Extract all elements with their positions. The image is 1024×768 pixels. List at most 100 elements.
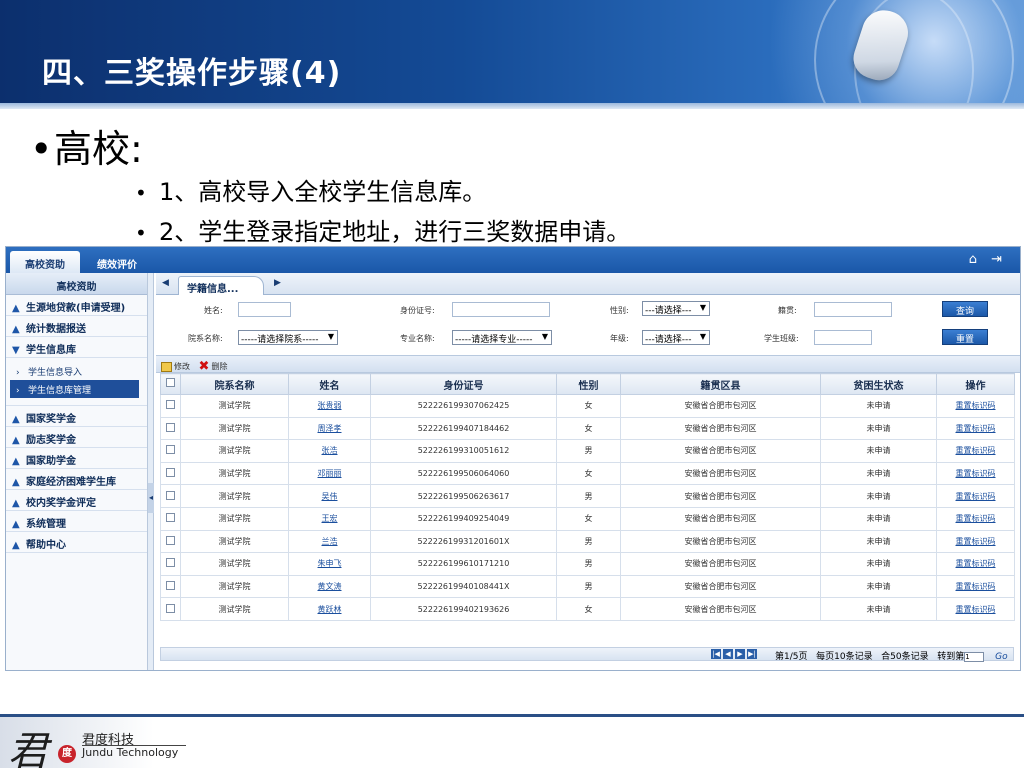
student-name-link[interactable]: 朱申飞	[318, 559, 342, 568]
tab-university-aid[interactable]: 高校资助	[10, 251, 80, 273]
col-id[interactable]: 身份证号	[370, 373, 557, 395]
logout-icon[interactable]: ⇥	[991, 252, 1002, 267]
table-row[interactable]: 测试学院 朱申飞 522226199610171210 男安徽省合肥市包河区 未申请 重置…	[160, 552, 1015, 576]
sidebar-item-poor-students[interactable]: ▲ 家庭经济困难学生库	[6, 469, 147, 490]
student-name-link[interactable]: 黄跃林	[318, 605, 342, 614]
col-name[interactable]: 姓名	[288, 373, 371, 395]
sidebar-sub-manage[interactable]: › 学生信息库管理	[10, 380, 139, 398]
row-checkbox[interactable]	[166, 400, 175, 410]
tab-student-records[interactable]: 学籍信息...	[178, 276, 264, 295]
edit-icon	[161, 361, 172, 372]
col-action[interactable]: 操作	[936, 373, 1015, 395]
sidebar-item-national-grant[interactable]: ▲ 国家助学金	[6, 448, 147, 469]
table-row[interactable]: 测试学院 周泽孝 522226199407184462 女安徽省合肥市包河区 未申请 重置…	[160, 416, 1015, 441]
reset-code-link[interactable]: 重置标识码	[956, 492, 996, 501]
gender-select[interactable]: ---请选择--- ▼	[642, 301, 710, 316]
reset-button[interactable]: 重置	[942, 329, 988, 345]
tab-next-icon[interactable]: ▶	[274, 278, 281, 288]
last-page-icon[interactable]: ▶|	[747, 649, 757, 659]
edit-button[interactable]: 修改	[161, 361, 190, 372]
table-row[interactable]: 测试学院 张浩 522226199310051612 男安徽省合肥市包河区 未申请 重置标…	[160, 439, 1015, 463]
up-arrow-icon: ▲	[12, 519, 20, 530]
col-status[interactable]: 贫困生状态	[820, 373, 937, 395]
reset-code-link[interactable]: 重置标识码	[956, 424, 996, 433]
collapse-icon[interactable]: ◂	[148, 483, 154, 513]
student-name-link[interactable]: 黄文涛	[318, 582, 342, 591]
table-row[interactable]: 测试学院 张贵弱 522226199307062425 女安徽省合肥市包河区 未申请 重置…	[160, 394, 1015, 418]
home-icon[interactable]: ⌂	[969, 252, 977, 267]
prev-page-icon[interactable]: ◀	[723, 649, 733, 659]
reset-code-link[interactable]: 重置标识码	[956, 469, 996, 478]
student-name-link[interactable]: 张贵弱	[318, 401, 342, 410]
reset-code-link[interactable]: 重置标识码	[956, 514, 996, 523]
student-table: 院系名称 姓名 身份证号 性别 籍贯区县 贫困生状态 操作 测试学院 张贵弱 522…	[160, 373, 1015, 621]
down-arrow-icon: ▼	[12, 345, 20, 356]
student-name-link[interactable]: 周泽孝	[318, 424, 342, 433]
up-arrow-icon: ▲	[12, 540, 20, 551]
search-form: 姓名: 身份证号: 性别: ---请选择--- ▼ 籍贯: 查询 院系名称: --…	[156, 295, 1020, 355]
id-input[interactable]	[452, 302, 550, 317]
delete-button[interactable]: ✖ 删除	[193, 359, 228, 374]
query-button[interactable]: 查询	[942, 301, 988, 317]
table-row[interactable]: 测试学院 黄跃林 522226199402193626 女安徽省合肥市包河区 未申请 重置…	[160, 597, 1015, 621]
reset-code-link[interactable]: 重置标识码	[956, 605, 996, 614]
student-name-link[interactable]: 张浩	[322, 446, 338, 455]
tab-performance[interactable]: 绩效评价	[84, 251, 150, 273]
row-checkbox[interactable]	[166, 603, 175, 613]
grade-select[interactable]: ---请选择--- ▼	[642, 330, 710, 345]
class-input[interactable]	[814, 330, 872, 345]
row-checkbox[interactable]	[166, 513, 175, 523]
first-page-icon[interactable]: |◀	[711, 649, 721, 659]
sidebar-item-help[interactable]: ▲ 帮助中心	[6, 532, 147, 553]
sidebar-item-stats[interactable]: ▲ 统计数据报送	[6, 316, 147, 337]
row-checkbox[interactable]	[166, 468, 175, 478]
grade-label: 年级:	[610, 334, 629, 343]
col-dept[interactable]: 院系名称	[180, 373, 289, 395]
name-input[interactable]	[238, 302, 291, 317]
student-name-link[interactable]: 邓丽丽	[318, 469, 342, 478]
col-origin[interactable]: 籍贯区县	[620, 373, 821, 395]
up-arrow-icon: ▲	[12, 414, 20, 425]
sidebar-item-loan[interactable]: ▲ 生源地贷款(申请受理)	[6, 295, 147, 316]
table-row[interactable]: 测试学院 兰浩 52222619931201601X 男安徽省合肥市包河区 未申请 重置标…	[160, 529, 1015, 554]
row-checkbox[interactable]	[166, 558, 175, 568]
table-row[interactable]: 测试学院 黄文涛 52222619940108441X 男安徽省合肥市包河区 未申请 重置…	[160, 574, 1015, 599]
student-name-link[interactable]: 兰浩	[322, 537, 338, 546]
reset-code-link[interactable]: 重置标识码	[956, 537, 996, 546]
next-page-icon[interactable]: ▶	[735, 649, 745, 659]
go-button[interactable]: Go	[995, 652, 1007, 662]
sidebar-item-student-db[interactable]: ▼ 学生信息库	[6, 337, 147, 358]
goto-page-input[interactable]: 1	[964, 651, 985, 662]
reset-code-link[interactable]: 重置标识码	[956, 446, 996, 455]
sidebar-item-national-scholarship[interactable]: ▲ 国家奖学金	[6, 406, 147, 427]
sidebar-sub-import[interactable]: › 学生信息导入	[6, 362, 147, 380]
tab-prev-icon[interactable]: ◀	[162, 278, 169, 288]
row-checkbox[interactable]	[166, 535, 175, 545]
student-name-link[interactable]: 吴伟	[322, 492, 338, 501]
reset-code-link[interactable]: 重置标识码	[956, 401, 996, 410]
row-checkbox[interactable]	[166, 422, 175, 432]
reset-code-link[interactable]: 重置标识码	[956, 582, 996, 591]
main-content: ◀ 学籍信息... ▶ 姓名: 身份证号: 性别: ---请选择--- ▼ 籍贯:…	[156, 273, 1020, 670]
major-select[interactable]: -----请选择专业----- ▼	[452, 330, 552, 345]
table-row[interactable]: 测试学院 王宏 522226199409254049 女安徽省合肥市包河区 未申请 重置标…	[160, 506, 1015, 531]
sidebar-item-campus-scholarship[interactable]: ▲ 校内奖学金评定	[6, 490, 147, 511]
row-checkbox[interactable]	[166, 490, 175, 500]
student-name-link[interactable]: 王宏	[322, 514, 338, 523]
company-seal: 度	[58, 745, 76, 763]
class-label: 学生班级:	[764, 334, 799, 343]
table-row[interactable]: 测试学院 吴伟 522226199506263617 男安徽省合肥市包河区 未申请 重置标…	[160, 484, 1015, 508]
row-checkbox[interactable]	[166, 445, 175, 455]
col-gender[interactable]: 性别	[556, 373, 621, 395]
select-all-checkbox[interactable]	[166, 378, 175, 387]
sidebar-item-system[interactable]: ▲ 系统管理	[6, 511, 147, 532]
dept-select[interactable]: -----请选择院系----- ▼	[238, 330, 338, 345]
chevron-right-icon: ›	[16, 368, 20, 378]
table-row[interactable]: 测试学院 邓丽丽 522226199506064060 女安徽省合肥市包河区 未申请 重置…	[160, 461, 1015, 486]
row-checkbox[interactable]	[166, 581, 175, 591]
page-info: 第1/5页	[775, 652, 808, 662]
sidebar-item-inspire-scholarship[interactable]: ▲ 励志奖学金	[6, 427, 147, 448]
origin-input[interactable]	[814, 302, 892, 317]
reset-code-link[interactable]: 重置标识码	[956, 559, 996, 568]
sidebar-splitter[interactable]: ◂	[148, 273, 154, 670]
